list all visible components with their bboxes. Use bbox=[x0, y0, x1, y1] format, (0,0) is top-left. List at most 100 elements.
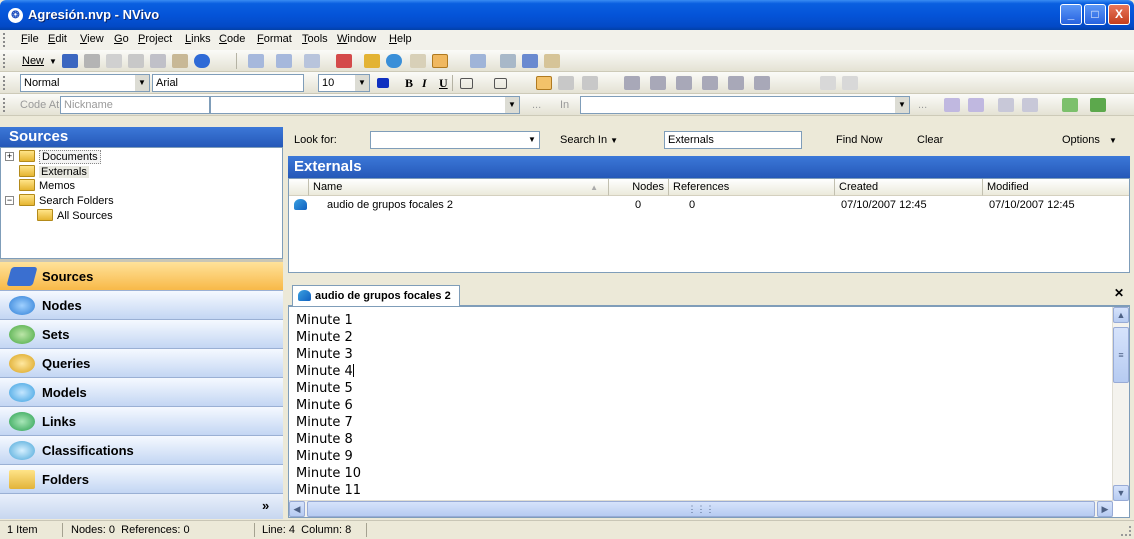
nav-classifications[interactable]: Classifications bbox=[0, 436, 283, 465]
scroll-right-icon[interactable]: ▶ bbox=[1097, 501, 1113, 517]
format-toolbar-grip[interactable] bbox=[3, 76, 6, 90]
align-right-icon[interactable] bbox=[582, 76, 598, 90]
font-size-select[interactable]: 10 ▼ bbox=[318, 74, 370, 92]
options-button[interactable]: Options ▼ bbox=[1062, 134, 1117, 146]
menu-view[interactable]: View bbox=[80, 33, 104, 45]
menu-code[interactable]: Code bbox=[219, 33, 245, 45]
toolbar-grip[interactable] bbox=[3, 54, 6, 68]
detail-view-icon[interactable] bbox=[432, 54, 448, 68]
chart-icon[interactable] bbox=[336, 54, 352, 68]
tree-item-all-sources[interactable]: All Sources bbox=[37, 209, 113, 223]
sort-icon[interactable] bbox=[500, 54, 516, 68]
line-icon[interactable] bbox=[304, 54, 320, 68]
search-in-field[interactable]: Externals bbox=[664, 131, 802, 149]
coding-toolbar-grip[interactable] bbox=[3, 98, 6, 112]
nav-nodes[interactable]: Nodes bbox=[0, 291, 283, 320]
align-center-icon[interactable] bbox=[558, 76, 574, 90]
menu-go[interactable]: Go bbox=[114, 33, 129, 45]
nav-sources[interactable]: Sources bbox=[0, 262, 283, 291]
column-name[interactable]: Name ▲ bbox=[309, 179, 609, 196]
title-bar[interactable]: ❂ Agresión.nvp - NVivo _ □ X bbox=[0, 0, 1134, 30]
expand-documents[interactable]: + bbox=[5, 152, 14, 161]
tree-item-externals[interactable]: Externals bbox=[19, 165, 89, 179]
resize-grip-icon[interactable] bbox=[1121, 526, 1131, 536]
insert-column-icon[interactable] bbox=[676, 76, 692, 90]
highlight-coding-icon[interactable] bbox=[1090, 98, 1106, 112]
nav-sets[interactable]: Sets bbox=[0, 320, 283, 349]
in-browse-button[interactable]: ... bbox=[918, 99, 927, 111]
new-button[interactable]: New bbox=[22, 55, 44, 67]
column-created[interactable]: Created bbox=[835, 179, 983, 196]
merge-cells-icon[interactable] bbox=[702, 76, 718, 90]
document-tab[interactable]: audio de grupos focales 2 bbox=[292, 285, 460, 306]
minimize-button[interactable]: _ bbox=[1060, 4, 1082, 25]
outline-icon[interactable] bbox=[276, 54, 292, 68]
document-editor[interactable]: Minute 1 Minute 2 Minute 3 Minute 4 Minu… bbox=[288, 306, 1130, 518]
scroll-down-icon[interactable]: ▼ bbox=[1113, 485, 1129, 501]
cut-icon[interactable] bbox=[128, 54, 144, 68]
scroll-left-icon[interactable]: ◀ bbox=[289, 501, 305, 517]
nav-queries[interactable]: Queries bbox=[0, 349, 283, 378]
close-icon[interactable]: ✕ bbox=[1112, 286, 1126, 300]
menu-project[interactable]: Project bbox=[138, 33, 172, 45]
uncode-icon[interactable] bbox=[968, 98, 984, 112]
insert-row-icon[interactable] bbox=[650, 76, 666, 90]
unlink-icon[interactable] bbox=[842, 76, 858, 90]
web-icon[interactable] bbox=[386, 54, 402, 68]
list-icon[interactable] bbox=[248, 54, 264, 68]
search-in-button[interactable]: Search In ▼ bbox=[560, 134, 618, 146]
collapse-search-folders[interactable]: − bbox=[5, 196, 14, 205]
menu-help[interactable]: Help bbox=[389, 33, 412, 45]
column-nodes[interactable]: Nodes bbox=[609, 179, 669, 196]
italic-button[interactable]: I bbox=[422, 76, 427, 91]
shading-icon[interactable] bbox=[494, 78, 507, 89]
paste-icon[interactable] bbox=[172, 54, 188, 68]
style-select[interactable]: Normal ▼ bbox=[20, 74, 150, 92]
look-for-input[interactable]: ▼ bbox=[370, 131, 540, 149]
find-icon[interactable] bbox=[470, 54, 486, 68]
tree-item-search-folders[interactable]: Search Folders bbox=[19, 194, 114, 208]
save-icon[interactable] bbox=[62, 54, 78, 68]
coding-stripes-icon[interactable] bbox=[1062, 98, 1078, 112]
code-input[interactable]: ▼ bbox=[210, 96, 520, 114]
tree-item-documents[interactable]: Documents bbox=[19, 150, 101, 164]
nav-links[interactable]: Links bbox=[0, 407, 283, 436]
menu-grip[interactable] bbox=[3, 33, 6, 47]
find-now-button[interactable]: Find Now bbox=[836, 134, 882, 146]
tree-item-memos[interactable]: Memos bbox=[19, 179, 75, 193]
nav-models[interactable]: Models bbox=[0, 378, 283, 407]
code-selection-icon[interactable] bbox=[944, 98, 960, 112]
align-left-icon[interactable] bbox=[536, 76, 552, 90]
tray-icon[interactable] bbox=[544, 54, 560, 68]
print-preview-icon[interactable] bbox=[106, 54, 122, 68]
new-dropdown-arrow[interactable]: ▼ bbox=[49, 57, 57, 66]
code-browse-button[interactable]: ... bbox=[532, 99, 541, 111]
vertical-scrollbar[interactable]: ▲ ≡ ▼ bbox=[1112, 307, 1129, 501]
code-in-vivo-icon[interactable] bbox=[998, 98, 1014, 112]
maximize-button[interactable]: □ bbox=[1084, 4, 1106, 25]
horizontal-scroll-thumb[interactable]: ⋮⋮⋮ bbox=[307, 501, 1095, 517]
new-node-icon[interactable] bbox=[1022, 98, 1038, 112]
clear-button[interactable]: Clear bbox=[917, 134, 943, 146]
delete-table-icon[interactable] bbox=[754, 76, 770, 90]
filter-icon[interactable] bbox=[522, 54, 538, 68]
more-buttons-icon[interactable]: » bbox=[262, 498, 269, 513]
underline-button[interactable]: U bbox=[439, 76, 448, 91]
column-modified[interactable]: Modified bbox=[983, 179, 1129, 196]
scroll-up-icon[interactable]: ▲ bbox=[1113, 307, 1129, 323]
menu-edit[interactable]: Edit bbox=[48, 33, 67, 45]
split-cells-icon[interactable] bbox=[728, 76, 744, 90]
panel-icon[interactable] bbox=[410, 54, 426, 68]
close-button[interactable]: X bbox=[1108, 4, 1130, 25]
scroll-thumb[interactable]: ≡ bbox=[1113, 327, 1129, 383]
font-color-icon[interactable] bbox=[377, 78, 389, 88]
border-icon[interactable] bbox=[460, 78, 473, 89]
menu-window[interactable]: Window bbox=[337, 33, 376, 45]
table-icon[interactable] bbox=[624, 76, 640, 90]
bold-button[interactable]: B bbox=[405, 76, 413, 91]
nav-folders[interactable]: Folders bbox=[0, 465, 283, 494]
horizontal-scrollbar[interactable]: ◀ ⋮⋮⋮ ▶ bbox=[289, 500, 1113, 517]
in-input[interactable]: ▼ bbox=[580, 96, 910, 114]
highlight-icon[interactable] bbox=[364, 54, 380, 68]
column-icon[interactable] bbox=[289, 179, 309, 196]
